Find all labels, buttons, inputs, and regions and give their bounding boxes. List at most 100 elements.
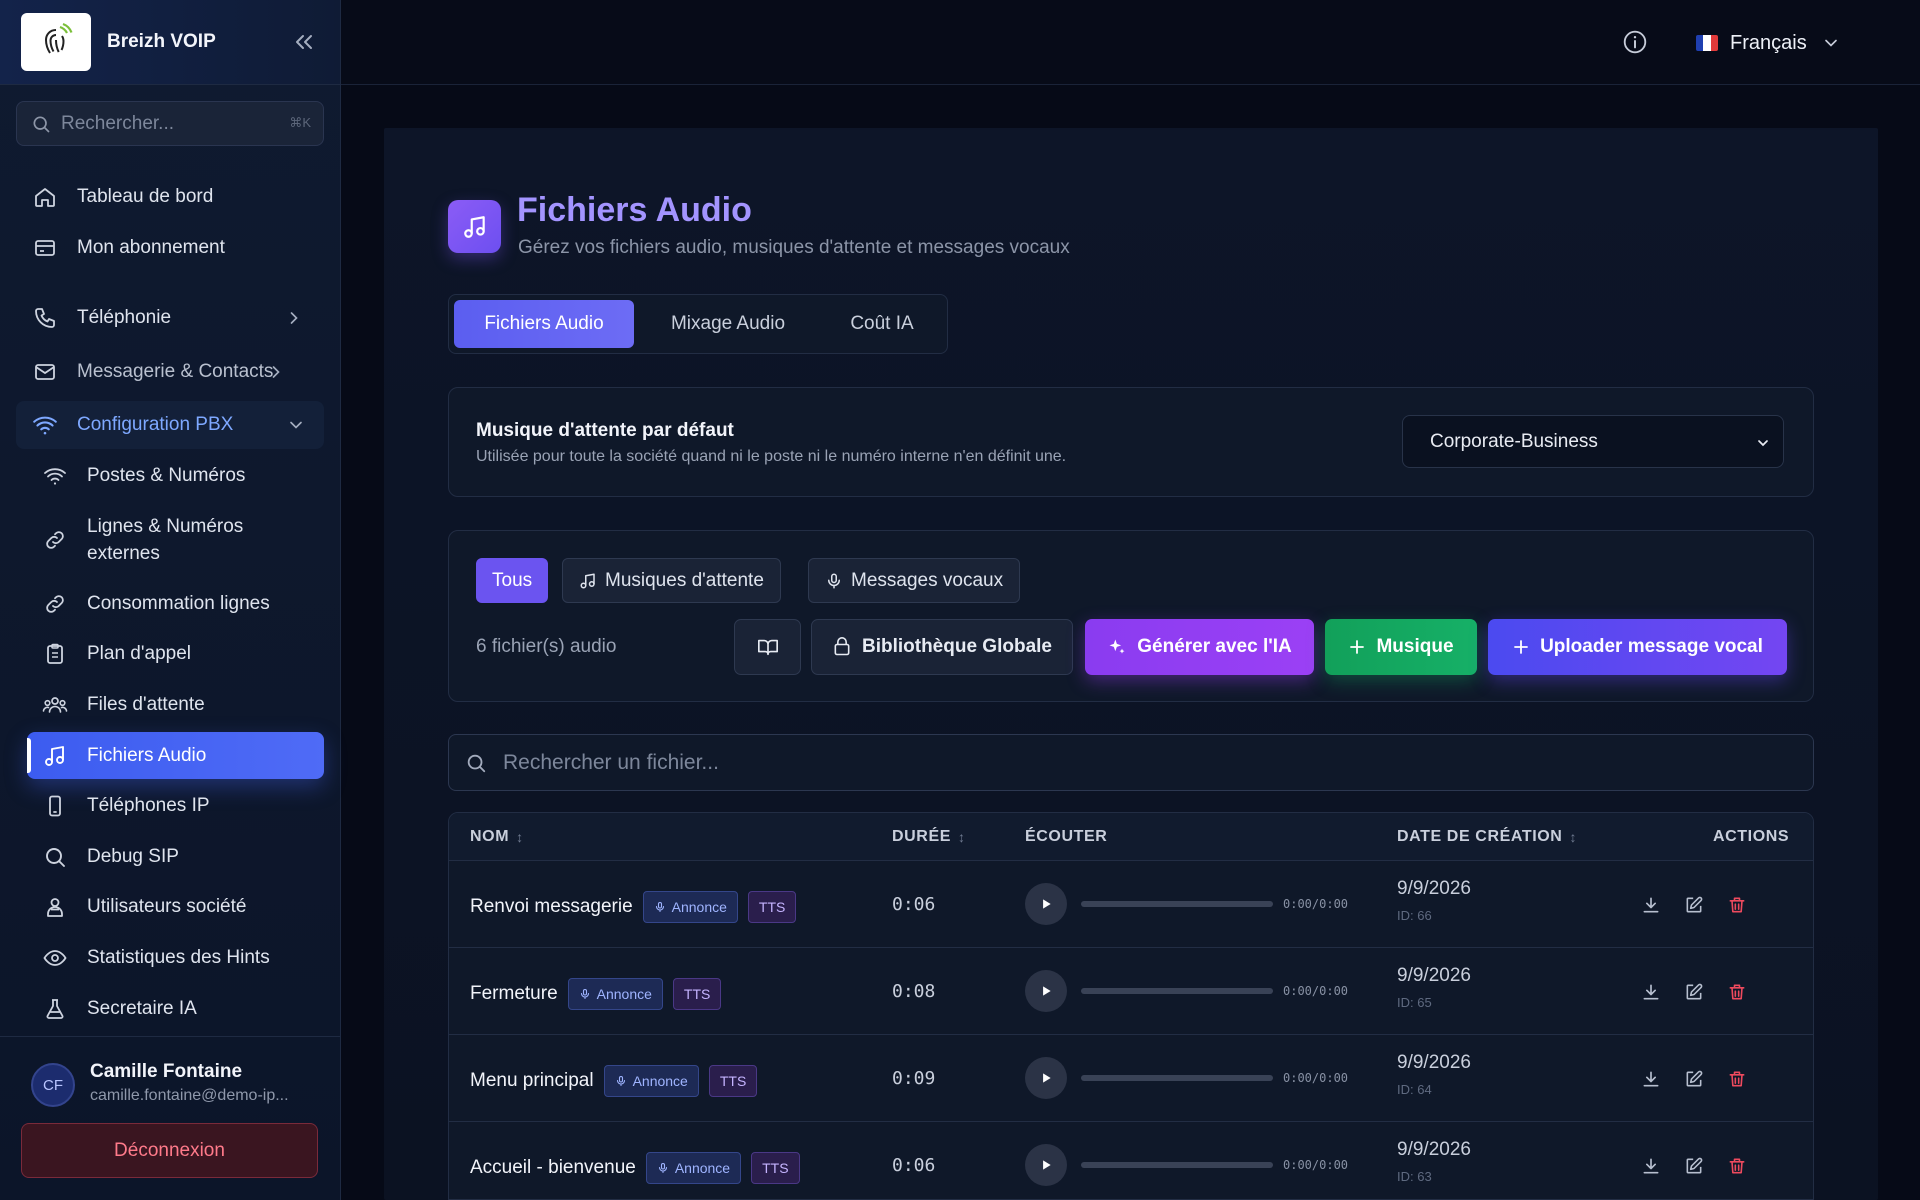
download-icon[interactable] bbox=[1639, 980, 1663, 1004]
sidebar-item-queues[interactable]: Files d'attente bbox=[42, 683, 322, 727]
brand-logo[interactable] bbox=[21, 13, 91, 71]
file-search-input[interactable] bbox=[503, 750, 1703, 775]
moh-select[interactable]: Corporate-Business bbox=[1402, 415, 1784, 468]
global-library-button[interactable]: Bibliothèque Globale bbox=[811, 619, 1073, 675]
avatar[interactable]: CF bbox=[31, 1063, 75, 1107]
wifi-icon bbox=[32, 412, 58, 438]
tab-ai-cost[interactable]: Coût IA bbox=[822, 300, 942, 348]
mail-icon bbox=[32, 359, 58, 385]
sidebar-item-line-consumption[interactable]: Consommation lignes bbox=[42, 582, 322, 626]
filter-voice-messages[interactable]: Messages vocaux bbox=[808, 558, 1021, 603]
tab-bar: Fichiers Audio Mixage Audio Coût IA bbox=[448, 294, 948, 354]
sidebar-group-messaging[interactable]: Messagerie & Contacts bbox=[32, 350, 322, 394]
sidebar-item-company-users[interactable]: Utilisateurs société bbox=[42, 885, 322, 929]
sidebar-item-ip-phones[interactable]: Téléphones IP bbox=[42, 784, 322, 828]
progress-track[interactable] bbox=[1081, 988, 1273, 994]
button-label: Bibliothèque Globale bbox=[861, 636, 1052, 657]
sidebar-item-subscription[interactable]: Mon abonnement bbox=[32, 226, 322, 270]
sidebar-search[interactable]: ⌘K bbox=[16, 101, 324, 146]
audio-player: 0:00/0:00 bbox=[1025, 970, 1355, 1012]
play-button[interactable] bbox=[1025, 1144, 1067, 1186]
file-count: 6 fichier(s) audio bbox=[476, 636, 617, 657]
file-search[interactable] bbox=[448, 734, 1814, 791]
progress-track[interactable] bbox=[1081, 1075, 1273, 1081]
sidebar-item-external-lines[interactable]: Lignes & Numéros externes bbox=[42, 513, 322, 567]
logout-button[interactable]: Déconnexion bbox=[21, 1123, 318, 1178]
created-cell: 9/9/2026 ID: 66 bbox=[1397, 878, 1471, 923]
sidebar-item-label: Consommation lignes bbox=[87, 593, 270, 614]
duration: 0:06 bbox=[892, 894, 936, 915]
column-header-actions: ACTIONS bbox=[1713, 828, 1789, 846]
sidebar-item-label: Statistiques des Hints bbox=[87, 947, 270, 968]
table-row: Fermeture Annonce TTS 0:08 0:00/0:00 9/9… bbox=[449, 948, 1813, 1035]
sidebar-item-dashboard[interactable]: Tableau de bord bbox=[32, 175, 322, 219]
edit-icon[interactable] bbox=[1682, 980, 1706, 1004]
trash-icon[interactable] bbox=[1725, 980, 1749, 1004]
play-button[interactable] bbox=[1025, 883, 1067, 925]
trash-icon[interactable] bbox=[1725, 1067, 1749, 1091]
microphone-icon bbox=[615, 1075, 627, 1087]
sidebar-item-label: Secretaire IA bbox=[87, 998, 197, 1019]
microphone-icon bbox=[657, 1162, 669, 1174]
created-date: 9/9/2026 bbox=[1397, 878, 1471, 899]
edit-icon[interactable] bbox=[1682, 1154, 1706, 1178]
info-button[interactable] bbox=[1622, 29, 1650, 57]
download-icon[interactable] bbox=[1639, 1067, 1663, 1091]
edit-icon[interactable] bbox=[1682, 893, 1706, 917]
header-label: ACTIONS bbox=[1713, 828, 1790, 845]
sidebar-item-hints-stats[interactable]: Statistiques des Hints bbox=[42, 936, 322, 980]
sort-icon: ↕ bbox=[516, 829, 524, 845]
header-label: DATE DE CRÉATION bbox=[1397, 828, 1563, 845]
column-header-created[interactable]: DATE DE CRÉATION ↕ bbox=[1397, 828, 1577, 846]
sidebar-item-label: Téléphonie bbox=[77, 307, 172, 328]
page-title: Fichiers Audio bbox=[517, 191, 752, 229]
tab-audio-mixing[interactable]: Mixage Audio bbox=[638, 300, 818, 348]
edit-icon[interactable] bbox=[1682, 1067, 1706, 1091]
sidebar-group-pbx-config[interactable]: Configuration PBX bbox=[16, 401, 324, 449]
name-cell: Fermeture Annonce TTS bbox=[470, 978, 722, 1010]
created-date: 9/9/2026 bbox=[1397, 965, 1471, 986]
download-icon[interactable] bbox=[1639, 893, 1663, 917]
download-icon[interactable] bbox=[1639, 1154, 1663, 1178]
badge-label: Annonce bbox=[671, 899, 727, 915]
generate-ai-button[interactable]: Générer avec l'IA bbox=[1085, 619, 1314, 675]
sidebar-item-dial-plan[interactable]: Plan d'appel bbox=[42, 632, 322, 676]
sidebar-item-label: Tableau de bord bbox=[77, 186, 214, 207]
music-icon bbox=[42, 743, 68, 769]
trash-icon[interactable] bbox=[1725, 893, 1749, 917]
sidebar-item-ai-secretary[interactable]: Secretaire IA bbox=[42, 987, 322, 1031]
sidebar-item-audio-files[interactable]: Fichiers Audio bbox=[27, 732, 324, 779]
sidebar-item-extensions[interactable]: Postes & Numéros bbox=[42, 454, 322, 498]
sidebar-search-input[interactable] bbox=[61, 112, 281, 135]
add-music-button[interactable]: Musique bbox=[1325, 619, 1477, 675]
progress-track[interactable] bbox=[1081, 901, 1273, 907]
language-selector[interactable]: Français bbox=[1696, 27, 1841, 59]
microphone-icon bbox=[825, 572, 843, 590]
sidebar-item-debug-sip[interactable]: Debug SIP bbox=[42, 835, 322, 879]
play-button[interactable] bbox=[1025, 1057, 1067, 1099]
column-header-name[interactable]: NOM ↕ bbox=[470, 828, 524, 846]
trash-icon[interactable] bbox=[1725, 1154, 1749, 1178]
audio-files-table: NOM ↕ DURÉE ↕ ÉCOUTER DATE DE CRÉATION ↕ AC… bbox=[448, 812, 1814, 1200]
play-icon bbox=[1043, 1160, 1051, 1170]
upload-voice-message-button[interactable]: Uploader message vocal bbox=[1488, 619, 1787, 675]
sidebar-item-label: Mon abonnement bbox=[77, 237, 225, 258]
button-label: Musique bbox=[1376, 636, 1454, 657]
filter-all[interactable]: Tous bbox=[476, 558, 549, 603]
button-label: Uploader message vocal bbox=[1540, 636, 1763, 657]
file-id: ID: 66 bbox=[1397, 908, 1432, 923]
table-row: Accueil - bienvenue Annonce TTS 0:06 0:0… bbox=[449, 1122, 1813, 1199]
play-button[interactable] bbox=[1025, 970, 1067, 1012]
column-header-duration[interactable]: DURÉE ↕ bbox=[892, 828, 966, 846]
book-button[interactable] bbox=[734, 619, 801, 675]
chevrons-left-icon bbox=[296, 35, 312, 49]
tab-audio-files[interactable]: Fichiers Audio bbox=[454, 300, 634, 348]
archive-icon bbox=[832, 637, 852, 657]
search-shortcut-hint: ⌘K bbox=[289, 115, 311, 130]
sidebar-group-telephony[interactable]: Téléphonie bbox=[32, 296, 322, 340]
france-flag-icon bbox=[1696, 35, 1718, 51]
progress-track[interactable] bbox=[1081, 1162, 1273, 1168]
name-cell: Menu principal Annonce TTS bbox=[470, 1065, 758, 1097]
filter-hold-music[interactable]: Musiques d'attente bbox=[562, 558, 781, 603]
collapse-sidebar-button[interactable] bbox=[290, 28, 318, 56]
